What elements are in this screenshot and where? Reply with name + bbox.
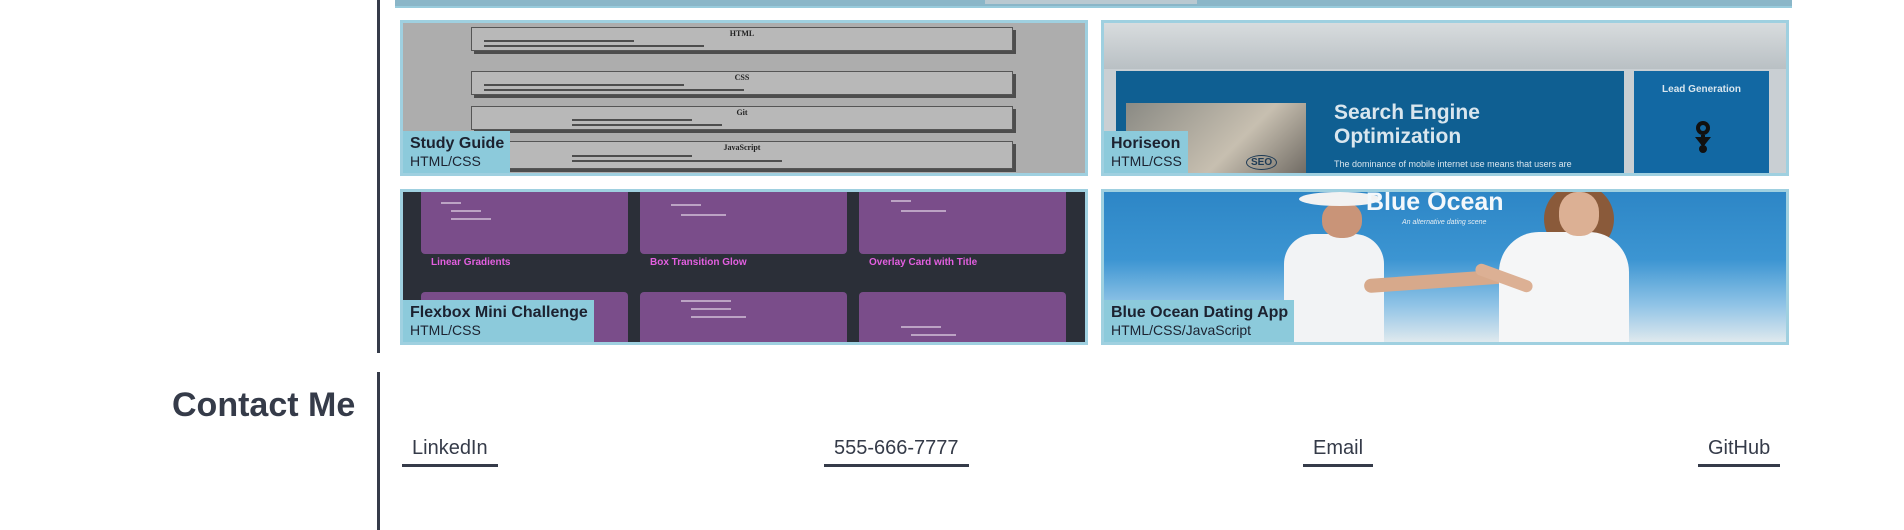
sg-line <box>484 45 704 47</box>
lead-generation-icon <box>1695 121 1711 153</box>
fx-code-line <box>911 334 956 336</box>
email-link[interactable]: Email <box>1303 437 1374 467</box>
fx-title-overlay-card: Overlay Card with Title <box>869 257 978 268</box>
project-card-horiseon[interactable]: SEO Search Engine Optimization The domin… <box>1101 20 1789 176</box>
fx-panel <box>640 192 847 254</box>
fx-code-line <box>901 326 941 328</box>
fx-panel <box>421 192 628 254</box>
section-divider-top <box>377 0 380 353</box>
woman-face <box>1559 192 1599 236</box>
project-tech: HTML/CSS <box>410 152 481 169</box>
project-title: Study Guide <box>410 134 505 152</box>
project-caption: Horiseon HTML/CSS <box>1104 130 1188 173</box>
project-tech: HTML/CSS/JavaScript <box>1111 321 1252 338</box>
horiseon-header-band <box>1104 23 1786 69</box>
sg-heading-javascript: JavaScript <box>723 143 761 152</box>
fx-title-linear-gradients: Linear Gradients <box>431 257 511 268</box>
fx-code-line <box>681 214 726 216</box>
fx-title-box-transition-glow: Box Transition Glow <box>650 257 747 268</box>
previous-card-thumb <box>985 0 1197 4</box>
sg-line <box>572 160 782 162</box>
fx-code-line <box>691 308 731 310</box>
contact-heading: Contact Me <box>172 386 356 424</box>
sg-line <box>484 84 684 86</box>
sg-box-html: HTML <box>471 27 1013 51</box>
sg-line <box>484 40 634 42</box>
project-caption: Study Guide HTML/CSS <box>403 130 511 173</box>
sg-line <box>484 89 744 91</box>
linkedin-link[interactable]: LinkedIn <box>402 437 498 467</box>
project-caption: Flexbox Mini Challenge HTML/CSS <box>403 299 594 342</box>
sg-line <box>572 119 692 121</box>
man-face <box>1322 202 1362 238</box>
horiseon-lead-title: Lead Generation <box>1662 84 1741 95</box>
project-title: Flexbox Mini Challenge <box>410 303 588 321</box>
fx-code-line <box>671 204 701 206</box>
sg-box-css: CSS <box>471 71 1013 95</box>
previous-project-card[interactable] <box>395 0 1792 8</box>
project-title: Blue Ocean Dating App <box>1111 303 1289 321</box>
horiseon-thumbnail: SEO Search Engine Optimization The domin… <box>1104 23 1786 173</box>
fx-code-line <box>681 300 731 302</box>
fx-code-line <box>441 202 461 204</box>
sg-heading-css: CSS <box>734 73 750 82</box>
project-caption: Blue Ocean Dating App HTML/CSS/JavaScrip… <box>1104 299 1295 342</box>
fx-panel <box>859 292 1066 342</box>
sg-line <box>572 155 692 157</box>
project-card-study-guide[interactable]: HTML CSS Git JavaScript Study Guide HTML… <box>400 20 1088 176</box>
phone-link[interactable]: 555-666-7777 <box>824 437 969 467</box>
blue-ocean-tagline: An alternative dating scene <box>1402 219 1487 226</box>
sg-box-javascript: JavaScript <box>471 141 1013 169</box>
section-divider-bottom <box>377 372 380 530</box>
project-tech: HTML/CSS <box>410 321 481 338</box>
project-title: Horiseon <box>1111 134 1181 152</box>
fx-panel <box>859 192 1066 254</box>
seo-photo-label: SEO <box>1246 155 1278 170</box>
sg-box-git: Git <box>471 106 1013 130</box>
fx-panel <box>640 292 847 342</box>
fx-code-line <box>691 316 746 318</box>
project-tech: HTML/CSS <box>1111 152 1182 169</box>
sg-heading-git: Git <box>736 108 748 117</box>
sg-heading-html: HTML <box>729 29 755 38</box>
github-link[interactable]: GitHub <box>1698 437 1781 467</box>
sg-line <box>572 124 722 126</box>
blue-ocean-brand: Blue Ocean <box>1366 189 1504 216</box>
horiseon-seo-text: The dominance of mobile internet use mea… <box>1334 159 1572 169</box>
project-card-blue-ocean[interactable]: Blue Ocean An alternative dating scene B… <box>1101 189 1789 345</box>
horiseon-seo-title: Search Engine Optimization <box>1334 101 1480 148</box>
fx-code-line <box>451 218 491 220</box>
project-card-flexbox[interactable]: Linear Gradients Box Transition Glow Ove… <box>400 189 1088 345</box>
fx-code-line <box>451 210 481 212</box>
fx-code-line <box>891 200 911 202</box>
fx-code-line <box>901 210 946 212</box>
